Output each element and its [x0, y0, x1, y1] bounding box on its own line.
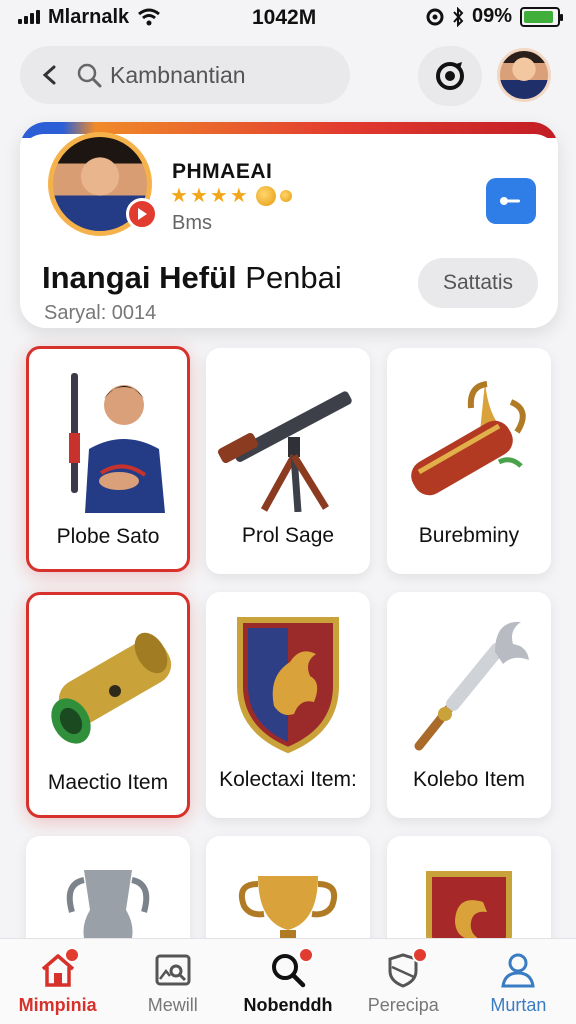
grid-item-label: Burebminy [418, 524, 520, 547]
grid-item-label: Prol Sage [241, 524, 335, 547]
nav-item-mewill[interactable]: Mewill [115, 939, 230, 1024]
grid-item[interactable]: Prol Sage [206, 348, 370, 574]
coin-icon [279, 190, 292, 202]
nav-label: Nobenddh [243, 995, 333, 1015]
player-with-baton-icon [69, 373, 165, 513]
search-bar[interactable]: Kambnantian [20, 46, 350, 104]
nav-item-search[interactable]: Nobenddh [230, 939, 345, 1024]
signal-icon [18, 10, 40, 24]
user-avatar[interactable] [497, 48, 551, 102]
star-icon: ★ [170, 185, 188, 207]
trophy-scroll-icon [411, 381, 526, 496]
carrier-name: Mlarnalk [48, 5, 130, 28]
profile-card: PHMAEAI ★ ★ ★ ★ Bms Inangai Hefül Penbai… [20, 122, 558, 328]
user-icon [501, 953, 536, 988]
focus-icon [426, 8, 444, 25]
search-icon [77, 63, 102, 88]
nav-label: Murtan [490, 995, 547, 1015]
card-meta: Saryal: 0014 [44, 302, 157, 324]
back-arrow-icon[interactable] [40, 65, 60, 85]
search-input[interactable]: Kambnantian [110, 62, 246, 89]
grid-item[interactable]: Kolebo Item [387, 592, 551, 818]
play-icon[interactable] [126, 198, 158, 230]
battery-percent: 09% [471, 5, 512, 27]
rating-stars: ★ ★ ★ ★ [170, 186, 292, 206]
nav-item-profile[interactable]: Murtan [461, 939, 576, 1024]
battery-level [524, 10, 553, 23]
bottom-navigation: Mimpinia Mewill Nobenddh Perecipa Murtan [0, 938, 576, 1024]
key-icon [500, 197, 520, 205]
status-bar: Mlarnalk 1042M 09% [0, 0, 576, 34]
cannon-barrel-icon [51, 632, 172, 744]
dragon-shield-icon [237, 617, 339, 754]
grid-item-label: Plobe Sato [56, 525, 160, 548]
notification-badge [411, 947, 428, 963]
grid-item-label: Kolebo Item [412, 768, 526, 791]
battery-icon [520, 6, 563, 27]
star-icon: ★ [189, 185, 208, 207]
grid-item[interactable]: Burebminy [387, 348, 551, 574]
notification-badge [64, 947, 80, 963]
rifle-on-tripod-icon [218, 391, 352, 512]
grid-item[interactable]: Plobe Sato [26, 346, 190, 572]
coin-icon [255, 186, 276, 206]
grid-item-label: Maectio Item [47, 771, 169, 794]
nav-item-perecipa[interactable]: Perecipa [346, 939, 461, 1024]
key-button[interactable] [486, 178, 536, 224]
grid-item[interactable]: Kolectaxi Item: [206, 592, 370, 818]
wifi-icon [138, 8, 161, 26]
nav-label: Mewill [147, 995, 198, 1015]
target-icon [436, 62, 464, 90]
nav-item-home[interactable]: Mimpinia [0, 939, 115, 1024]
photo-search-icon [155, 954, 191, 986]
bluetooth-icon [453, 6, 464, 27]
profile-subtitle: Bms [172, 212, 212, 234]
nav-label: Perecipa [367, 995, 439, 1015]
ornate-staff-icon [414, 621, 529, 751]
star-icon: ★ [229, 185, 248, 207]
profile-name: PHMAEAI [172, 160, 273, 183]
clock: 1042M [252, 6, 317, 29]
notification-badge [298, 947, 315, 963]
card-title: Inangai Hefül Penbai [42, 260, 342, 295]
grid-item[interactable]: Maectio Item [26, 592, 190, 818]
nav-label: Mimpinia [18, 995, 97, 1015]
grid-item-label: Kolectaxi Item: [219, 768, 357, 791]
target-button[interactable] [418, 46, 482, 106]
status-button[interactable]: Sattatis [418, 258, 538, 308]
star-icon: ★ [209, 185, 228, 207]
